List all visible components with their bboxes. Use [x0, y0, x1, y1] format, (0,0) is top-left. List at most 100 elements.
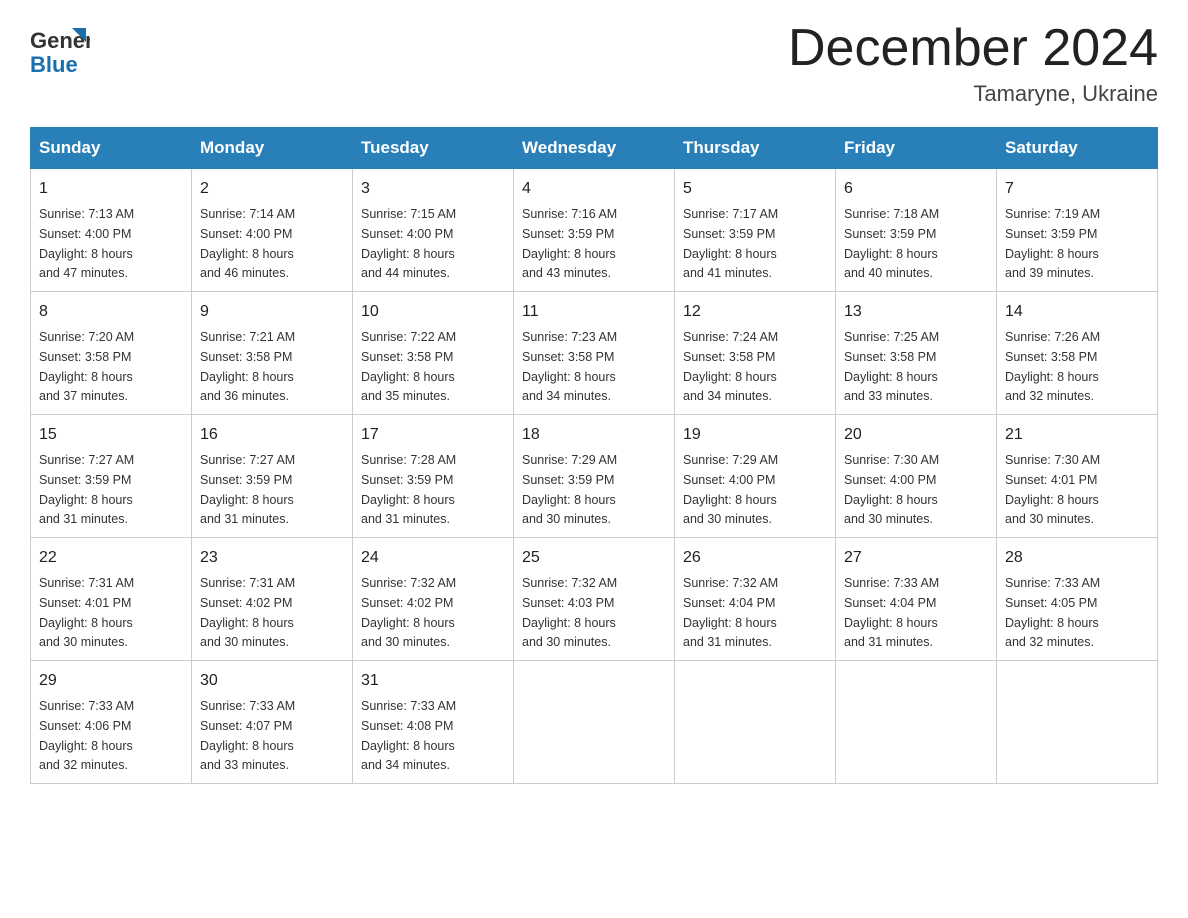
day-number: 3 [361, 177, 505, 201]
day-number: 6 [844, 177, 988, 201]
calendar-day-cell: 7 Sunrise: 7:19 AM Sunset: 3:59 PM Dayli… [997, 169, 1158, 292]
day-number: 31 [361, 669, 505, 693]
day-info: Sunrise: 7:32 AM Sunset: 4:03 PM Dayligh… [522, 576, 617, 649]
day-info: Sunrise: 7:26 AM Sunset: 3:58 PM Dayligh… [1005, 330, 1100, 403]
day-number: 7 [1005, 177, 1149, 201]
calendar-day-cell: 11 Sunrise: 7:23 AM Sunset: 3:58 PM Dayl… [514, 292, 675, 415]
day-info: Sunrise: 7:32 AM Sunset: 4:04 PM Dayligh… [683, 576, 778, 649]
day-header-tuesday: Tuesday [353, 128, 514, 169]
day-info: Sunrise: 7:13 AM Sunset: 4:00 PM Dayligh… [39, 207, 134, 280]
day-info: Sunrise: 7:16 AM Sunset: 3:59 PM Dayligh… [522, 207, 617, 280]
calendar-day-cell: 22 Sunrise: 7:31 AM Sunset: 4:01 PM Dayl… [31, 538, 192, 661]
calendar-day-cell: 19 Sunrise: 7:29 AM Sunset: 4:00 PM Dayl… [675, 415, 836, 538]
day-number: 13 [844, 300, 988, 324]
calendar-day-cell: 1 Sunrise: 7:13 AM Sunset: 4:00 PM Dayli… [31, 169, 192, 292]
day-info: Sunrise: 7:33 AM Sunset: 4:06 PM Dayligh… [39, 699, 134, 772]
month-title: December 2024 [788, 20, 1158, 77]
day-number: 17 [361, 423, 505, 447]
day-info: Sunrise: 7:25 AM Sunset: 3:58 PM Dayligh… [844, 330, 939, 403]
day-info: Sunrise: 7:24 AM Sunset: 3:58 PM Dayligh… [683, 330, 778, 403]
location: Tamaryne, Ukraine [788, 81, 1158, 107]
svg-text:Blue: Blue [30, 52, 78, 75]
day-number: 26 [683, 546, 827, 570]
calendar-day-cell: 10 Sunrise: 7:22 AM Sunset: 3:58 PM Dayl… [353, 292, 514, 415]
calendar-week-row: 1 Sunrise: 7:13 AM Sunset: 4:00 PM Dayli… [31, 169, 1158, 292]
day-number: 29 [39, 669, 183, 693]
calendar-day-cell: 3 Sunrise: 7:15 AM Sunset: 4:00 PM Dayli… [353, 169, 514, 292]
calendar-day-cell: 29 Sunrise: 7:33 AM Sunset: 4:06 PM Dayl… [31, 661, 192, 784]
calendar-week-row: 8 Sunrise: 7:20 AM Sunset: 3:58 PM Dayli… [31, 292, 1158, 415]
calendar-day-cell [675, 661, 836, 784]
day-info: Sunrise: 7:22 AM Sunset: 3:58 PM Dayligh… [361, 330, 456, 403]
page-header: General Blue December 2024 Tamaryne, Ukr… [30, 20, 1158, 107]
day-number: 30 [200, 669, 344, 693]
day-number: 11 [522, 300, 666, 324]
day-info: Sunrise: 7:29 AM Sunset: 3:59 PM Dayligh… [522, 453, 617, 526]
calendar-day-cell: 24 Sunrise: 7:32 AM Sunset: 4:02 PM Dayl… [353, 538, 514, 661]
day-number: 19 [683, 423, 827, 447]
day-number: 5 [683, 177, 827, 201]
day-info: Sunrise: 7:27 AM Sunset: 3:59 PM Dayligh… [200, 453, 295, 526]
day-header-saturday: Saturday [997, 128, 1158, 169]
calendar-day-cell: 23 Sunrise: 7:31 AM Sunset: 4:02 PM Dayl… [192, 538, 353, 661]
calendar-week-row: 29 Sunrise: 7:33 AM Sunset: 4:06 PM Dayl… [31, 661, 1158, 784]
calendar-day-cell: 8 Sunrise: 7:20 AM Sunset: 3:58 PM Dayli… [31, 292, 192, 415]
day-info: Sunrise: 7:28 AM Sunset: 3:59 PM Dayligh… [361, 453, 456, 526]
day-number: 15 [39, 423, 183, 447]
day-header-wednesday: Wednesday [514, 128, 675, 169]
day-info: Sunrise: 7:32 AM Sunset: 4:02 PM Dayligh… [361, 576, 456, 649]
day-number: 14 [1005, 300, 1149, 324]
day-info: Sunrise: 7:33 AM Sunset: 4:07 PM Dayligh… [200, 699, 295, 772]
day-info: Sunrise: 7:17 AM Sunset: 3:59 PM Dayligh… [683, 207, 778, 280]
day-header-thursday: Thursday [675, 128, 836, 169]
day-info: Sunrise: 7:33 AM Sunset: 4:05 PM Dayligh… [1005, 576, 1100, 649]
calendar-day-cell: 30 Sunrise: 7:33 AM Sunset: 4:07 PM Dayl… [192, 661, 353, 784]
day-info: Sunrise: 7:27 AM Sunset: 3:59 PM Dayligh… [39, 453, 134, 526]
day-info: Sunrise: 7:30 AM Sunset: 4:01 PM Dayligh… [1005, 453, 1100, 526]
day-header-monday: Monday [192, 128, 353, 169]
calendar-week-row: 22 Sunrise: 7:31 AM Sunset: 4:01 PM Dayl… [31, 538, 1158, 661]
calendar-day-cell: 31 Sunrise: 7:33 AM Sunset: 4:08 PM Dayl… [353, 661, 514, 784]
calendar-day-cell: 25 Sunrise: 7:32 AM Sunset: 4:03 PM Dayl… [514, 538, 675, 661]
day-info: Sunrise: 7:30 AM Sunset: 4:00 PM Dayligh… [844, 453, 939, 526]
day-number: 20 [844, 423, 988, 447]
calendar-day-cell: 6 Sunrise: 7:18 AM Sunset: 3:59 PM Dayli… [836, 169, 997, 292]
calendar-day-cell: 26 Sunrise: 7:32 AM Sunset: 4:04 PM Dayl… [675, 538, 836, 661]
day-info: Sunrise: 7:14 AM Sunset: 4:00 PM Dayligh… [200, 207, 295, 280]
day-number: 21 [1005, 423, 1149, 447]
calendar-table: SundayMondayTuesdayWednesdayThursdayFrid… [30, 127, 1158, 784]
logo-icon: General Blue [30, 20, 90, 75]
calendar-day-cell [514, 661, 675, 784]
calendar-day-cell: 16 Sunrise: 7:27 AM Sunset: 3:59 PM Dayl… [192, 415, 353, 538]
calendar-day-cell: 2 Sunrise: 7:14 AM Sunset: 4:00 PM Dayli… [192, 169, 353, 292]
day-header-sunday: Sunday [31, 128, 192, 169]
day-info: Sunrise: 7:33 AM Sunset: 4:08 PM Dayligh… [361, 699, 456, 772]
day-number: 22 [39, 546, 183, 570]
day-number: 27 [844, 546, 988, 570]
day-number: 25 [522, 546, 666, 570]
calendar-day-cell: 12 Sunrise: 7:24 AM Sunset: 3:58 PM Dayl… [675, 292, 836, 415]
calendar-day-cell: 21 Sunrise: 7:30 AM Sunset: 4:01 PM Dayl… [997, 415, 1158, 538]
day-number: 23 [200, 546, 344, 570]
calendar-day-cell: 9 Sunrise: 7:21 AM Sunset: 3:58 PM Dayli… [192, 292, 353, 415]
day-number: 12 [683, 300, 827, 324]
day-info: Sunrise: 7:33 AM Sunset: 4:04 PM Dayligh… [844, 576, 939, 649]
calendar-day-cell: 20 Sunrise: 7:30 AM Sunset: 4:00 PM Dayl… [836, 415, 997, 538]
title-section: December 2024 Tamaryne, Ukraine [788, 20, 1158, 107]
calendar-day-cell: 17 Sunrise: 7:28 AM Sunset: 3:59 PM Dayl… [353, 415, 514, 538]
day-number: 28 [1005, 546, 1149, 570]
calendar-day-cell: 27 Sunrise: 7:33 AM Sunset: 4:04 PM Dayl… [836, 538, 997, 661]
day-info: Sunrise: 7:29 AM Sunset: 4:00 PM Dayligh… [683, 453, 778, 526]
day-number: 1 [39, 177, 183, 201]
calendar-day-cell: 4 Sunrise: 7:16 AM Sunset: 3:59 PM Dayli… [514, 169, 675, 292]
day-number: 16 [200, 423, 344, 447]
day-header-friday: Friday [836, 128, 997, 169]
day-number: 9 [200, 300, 344, 324]
calendar-day-cell [997, 661, 1158, 784]
day-info: Sunrise: 7:18 AM Sunset: 3:59 PM Dayligh… [844, 207, 939, 280]
calendar-day-cell: 18 Sunrise: 7:29 AM Sunset: 3:59 PM Dayl… [514, 415, 675, 538]
logo: General Blue [30, 20, 90, 75]
calendar-day-cell [836, 661, 997, 784]
day-info: Sunrise: 7:20 AM Sunset: 3:58 PM Dayligh… [39, 330, 134, 403]
calendar-day-cell: 28 Sunrise: 7:33 AM Sunset: 4:05 PM Dayl… [997, 538, 1158, 661]
